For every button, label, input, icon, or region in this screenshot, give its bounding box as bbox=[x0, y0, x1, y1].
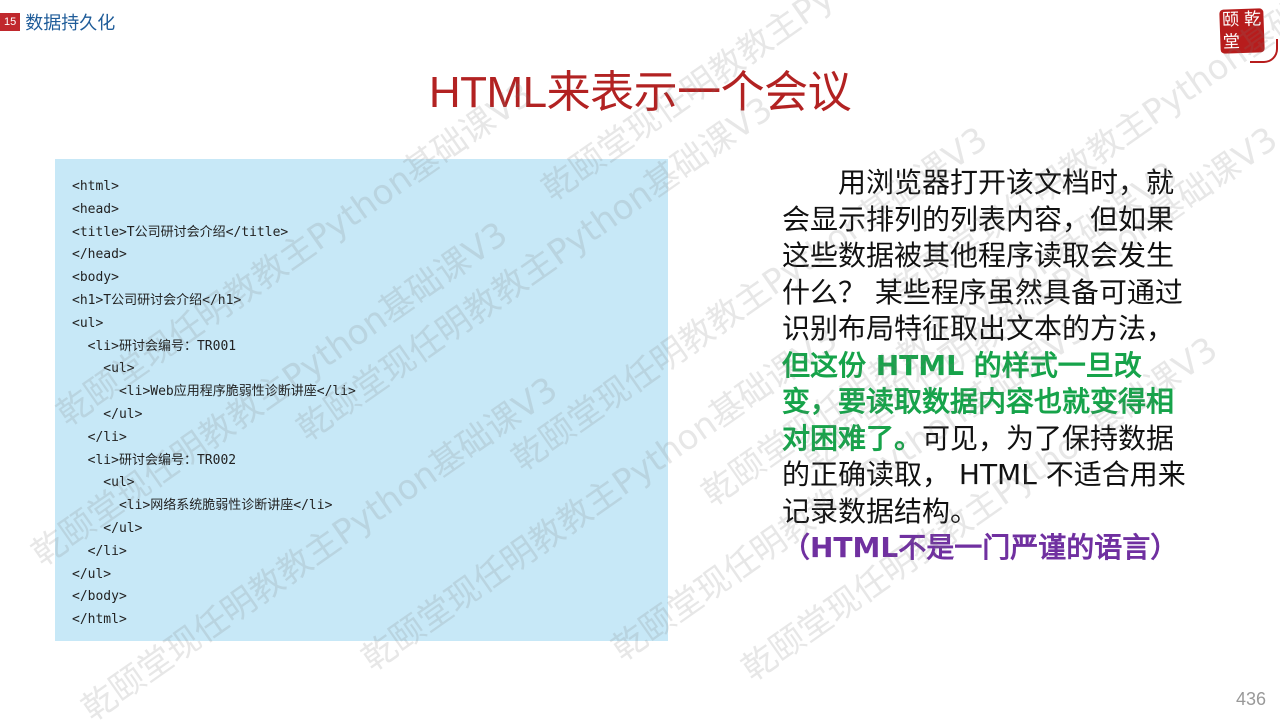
body-text: 用浏览器打开该文档时，就会显示排列的列表内容，但如果这些数据被其他程序读取会发生… bbox=[782, 165, 1192, 567]
body-note-purple: （HTML不是一门严谨的语言） bbox=[782, 531, 1179, 564]
code-line: </ul> bbox=[72, 520, 143, 536]
brand-logo: 颐 乾 堂 bbox=[1219, 8, 1278, 63]
code-line: </ul> bbox=[72, 566, 112, 582]
code-line: <li>Web应用程序脆弱性诊断讲座</li> bbox=[72, 384, 356, 400]
logo-char: 堂 bbox=[1222, 32, 1241, 53]
section-title: 数据持久化 bbox=[25, 13, 116, 34]
code-line: <li>研讨会编号：TR002 bbox=[72, 452, 237, 468]
body-part1: 用浏览器打开该文档时，就会显示排列的列表内容，但如果这些数据被其他程序读取会发生… bbox=[782, 166, 1183, 345]
code-line: </body> bbox=[72, 589, 127, 605]
section-number: 15 bbox=[0, 13, 21, 31]
section-tag: 15 数据持久化 bbox=[0, 11, 116, 34]
code-line: <h1>T公司研讨会介绍</h1> bbox=[72, 292, 242, 308]
code-line: <html> bbox=[72, 179, 119, 194]
code-line: </ul> bbox=[72, 406, 143, 422]
code-panel: <html> <head> <title>T公司研讨会介绍</title> </hea… bbox=[55, 159, 668, 641]
body-paragraph: 用浏览器打开该文档时，就会显示排列的列表内容，但如果这些数据被其他程序读取会发生… bbox=[782, 165, 1192, 530]
logo-flourish bbox=[1250, 39, 1278, 63]
code-line: <li>网络系统脆弱性诊断讲座</li> bbox=[72, 498, 333, 514]
code-block: <html> <head> <title>T公司研讨会介绍</title> </hea… bbox=[72, 176, 356, 632]
logo-char: 颐 bbox=[1221, 10, 1240, 31]
page-number: 436 bbox=[1235, 689, 1266, 709]
code-line: <li>研讨会编号：TR001 bbox=[72, 338, 237, 354]
logo-char: 乾 bbox=[1243, 9, 1262, 30]
code-line: <body> bbox=[72, 270, 119, 286]
code-line: <ul> bbox=[72, 361, 135, 377]
code-line: </li> bbox=[72, 429, 127, 445]
code-line: <title>T公司研讨会介绍</title> bbox=[72, 224, 289, 240]
code-line: </html> bbox=[72, 612, 127, 628]
code-line: <head> bbox=[72, 201, 119, 217]
code-line: <ul> bbox=[72, 315, 104, 331]
code-line: <ul> bbox=[72, 475, 135, 491]
code-line: </head> bbox=[72, 247, 127, 263]
code-line: </li> bbox=[72, 543, 127, 559]
slide-title: HTML来表示一个会议 bbox=[428, 68, 852, 117]
